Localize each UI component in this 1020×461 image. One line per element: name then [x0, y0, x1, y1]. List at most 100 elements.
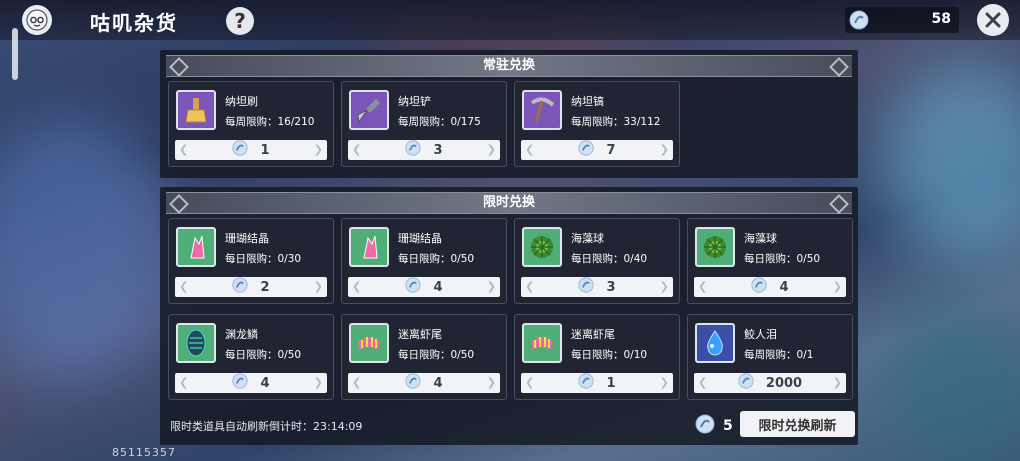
- header-ornament-icon: [829, 57, 849, 77]
- chevron-left-icon: ❮: [352, 280, 362, 293]
- gem-icon: [578, 277, 595, 297]
- price-button[interactable]: ❮ 1 ❯: [521, 373, 673, 393]
- gem-icon: [738, 373, 754, 393]
- shop-item-card[interactable]: 纳坦镐 每周限购：33/112 ❮ 7 ❯: [514, 81, 680, 167]
- chevron-left-icon: ❮: [352, 143, 362, 156]
- currency-display: 58: [845, 7, 959, 33]
- shop-item-card[interactable]: 纳坦铲 每周限购：0/175 ❮ 3 ❯: [341, 81, 507, 167]
- price-value: 1: [260, 142, 270, 158]
- price-button[interactable]: ❮ 2 ❯: [175, 277, 327, 297]
- price-value: 2000: [765, 375, 803, 391]
- page-title: 咕叽杂货: [90, 11, 178, 35]
- close-icon: [985, 12, 1001, 28]
- item-limit: 每日限购：0/50: [225, 349, 302, 361]
- price-button[interactable]: ❮ 4 ❯: [348, 373, 500, 393]
- gem-icon: [578, 373, 595, 393]
- gem-icon: [405, 373, 422, 393]
- price-button[interactable]: ❮ 1 ❯: [175, 140, 327, 160]
- shop-mascot-icon: [22, 5, 52, 35]
- gem-icon: [232, 140, 249, 160]
- price-button[interactable]: ❮ 2000 ❯: [694, 373, 846, 393]
- background-blur: [880, 300, 1020, 460]
- item-limit: 每周限购：33/112: [571, 116, 661, 128]
- refresh-cost-value: 5: [723, 418, 733, 434]
- item-name: 鲛人泪: [744, 328, 777, 341]
- shrimp-tail-icon: [349, 323, 389, 363]
- header-ornament-icon: [169, 57, 189, 77]
- shop-item-card[interactable]: 鲛人泪 每周限购：0/1 ❮ 2000 ❯: [687, 314, 853, 400]
- shop-item-card[interactable]: 珊瑚结晶 每日限购：0/50 ❮ 4 ❯: [341, 218, 507, 304]
- gem-icon: [405, 140, 422, 160]
- user-id: 85115357: [112, 446, 176, 459]
- coral-crystal-icon: [349, 227, 389, 267]
- dragon-scale-icon: [176, 323, 216, 363]
- gem-icon: [578, 140, 595, 160]
- seaweed-ball-icon: [695, 227, 735, 267]
- chevron-left-icon: ❮: [352, 376, 362, 389]
- gem-icon: [849, 10, 869, 34]
- price-button[interactable]: ❮ 7 ❯: [521, 140, 673, 160]
- price-button[interactable]: ❮ 4 ❯: [175, 373, 327, 393]
- shop-item-card[interactable]: 珊瑚结晶 每日限购：0/30 ❮ 2 ❯: [168, 218, 334, 304]
- item-name: 迷离虾尾: [398, 328, 442, 341]
- header-ornament-icon: [169, 194, 189, 214]
- chevron-right-icon: ❯: [659, 376, 669, 389]
- currency-amount: 58: [931, 11, 951, 27]
- item-limit: 每周限购：0/175: [398, 116, 481, 128]
- help-button[interactable]: ?: [226, 7, 254, 35]
- chevron-left-icon: ❮: [179, 280, 189, 293]
- header-ornament-icon: [829, 194, 849, 214]
- chevron-right-icon: ❯: [313, 143, 323, 156]
- shop-item-card[interactable]: 纳坦刷 每周限购：16/210 ❮ 1 ❯: [168, 81, 334, 167]
- item-name: 迷离虾尾: [571, 328, 615, 341]
- shop-item-card[interactable]: 迷离虾尾 每日限购：0/50 ❮ 4 ❯: [341, 314, 507, 400]
- price-value: 4: [433, 375, 443, 391]
- shop-item-card[interactable]: 迷离虾尾 每日限购：0/10 ❮ 1 ❯: [514, 314, 680, 400]
- scrollbar[interactable]: [12, 28, 18, 80]
- trowel-icon: [349, 90, 389, 130]
- coral-crystal-icon: [176, 227, 216, 267]
- chevron-left-icon: ❮: [179, 376, 189, 389]
- price-button[interactable]: ❮ 3 ❯: [521, 277, 673, 297]
- shop-item-card[interactable]: 渊龙鳞 每日限购：0/50 ❮ 4 ❯: [168, 314, 334, 400]
- price-value: 2: [260, 279, 270, 295]
- price-button[interactable]: ❮ 4 ❯: [694, 277, 846, 297]
- close-button[interactable]: [977, 4, 1009, 36]
- item-name: 海藻球: [744, 232, 777, 245]
- refresh-cost: 5: [695, 414, 733, 438]
- shrimp-tail-icon: [522, 323, 562, 363]
- item-name: 海藻球: [571, 232, 604, 245]
- chevron-left-icon: ❮: [525, 143, 535, 156]
- shop-item-card[interactable]: 海藻球 每日限购：0/40 ❮ 3 ❯: [514, 218, 680, 304]
- gem-icon: [405, 277, 422, 297]
- price-button[interactable]: ❮ 4 ❯: [348, 277, 500, 297]
- item-name: 珊瑚结晶: [398, 232, 442, 245]
- chevron-left-icon: ❮: [525, 376, 535, 389]
- shop-item-card[interactable]: 海藻球 每日限购：0/50 ❮ 4 ❯: [687, 218, 853, 304]
- top-bar: 咕叽杂货 ? 58: [0, 0, 1020, 40]
- chevron-right-icon: ❯: [486, 280, 496, 293]
- price-value: 7: [606, 142, 616, 158]
- chevron-left-icon: ❮: [698, 280, 708, 293]
- price-value: 3: [606, 279, 616, 295]
- gem-icon: [232, 373, 249, 393]
- chevron-right-icon: ❯: [659, 143, 669, 156]
- item-name: 纳坦镐: [571, 95, 604, 108]
- refresh-limited-button[interactable]: 限时兑换刷新: [740, 411, 855, 437]
- item-limit: 每周限购：0/1: [744, 349, 814, 361]
- item-name: 珊瑚结晶: [225, 232, 269, 245]
- price-value: 4: [779, 279, 789, 295]
- section-header: 常驻兑换: [166, 55, 852, 77]
- chevron-right-icon: ❯: [832, 280, 842, 293]
- price-value: 3: [433, 142, 443, 158]
- item-limit: 每日限购：0/50: [744, 253, 821, 265]
- gem-icon: [232, 277, 249, 297]
- chevron-left-icon: ❮: [179, 143, 189, 156]
- seaweed-ball-icon: [522, 227, 562, 267]
- gem-icon: [695, 414, 715, 438]
- chevron-right-icon: ❯: [486, 143, 496, 156]
- price-button[interactable]: ❮ 3 ❯: [348, 140, 500, 160]
- price-value: 4: [260, 375, 270, 391]
- section-title: 限时兑换: [482, 195, 535, 210]
- gem-icon: [751, 277, 768, 297]
